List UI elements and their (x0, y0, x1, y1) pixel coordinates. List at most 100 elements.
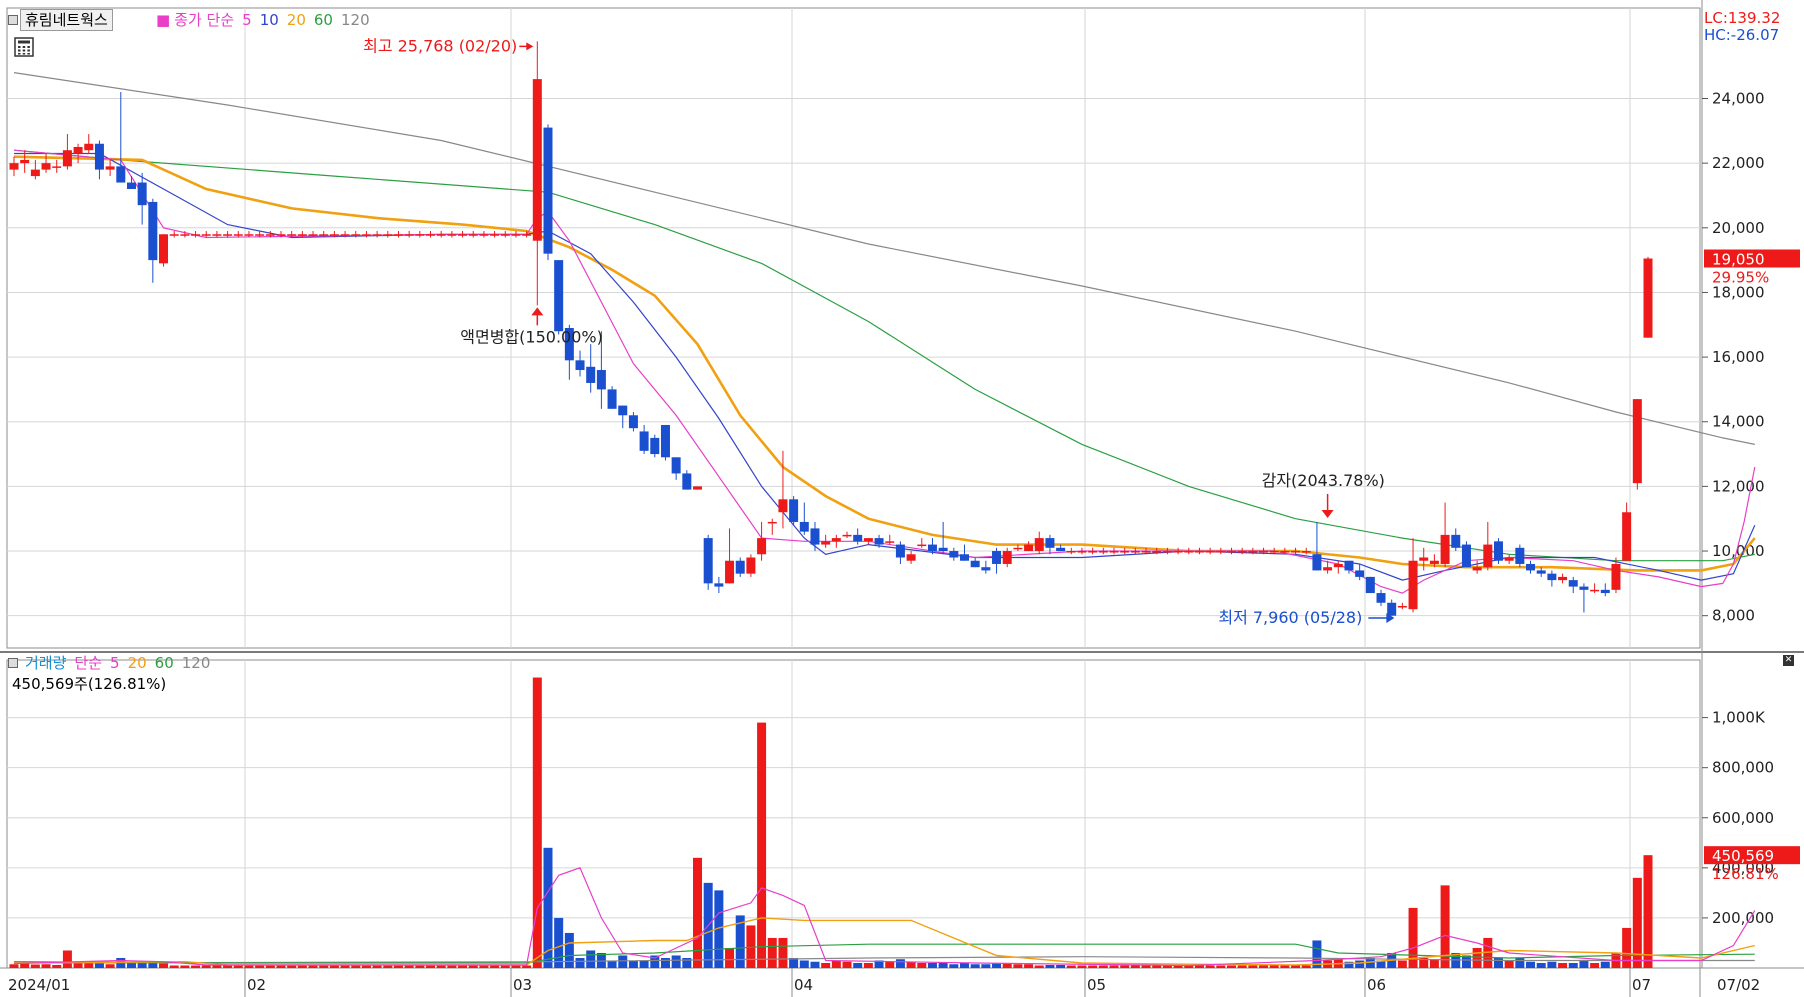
lc-value: LC:139.32 (1704, 9, 1781, 27)
candle-up (447, 234, 457, 236)
candle-down (799, 521, 809, 532)
candle-up (1205, 551, 1215, 553)
volume-bar (287, 965, 297, 968)
candle-down (714, 583, 724, 587)
volume-bar (1397, 960, 1407, 968)
volume-bar (436, 965, 446, 968)
candle-up (511, 234, 521, 236)
x-tick-label: 03 (513, 976, 532, 994)
candle-up (831, 538, 841, 542)
candle-up (1280, 551, 1290, 553)
candle-down (660, 424, 670, 458)
candle-up (1194, 551, 1204, 553)
volume-bar (586, 950, 596, 968)
candle-up (522, 234, 532, 236)
candle-up (9, 163, 19, 170)
candle-down (853, 534, 863, 542)
y-tick-label: 14,000 (1712, 413, 1765, 431)
stock-name-box[interactable]: 휴림네트웍스 (20, 9, 113, 31)
candle-up (426, 234, 436, 236)
volume-bar (1056, 964, 1066, 968)
candle-up (1002, 551, 1012, 564)
candle-down (148, 201, 158, 261)
candle-up (1333, 563, 1343, 568)
candle-up (201, 234, 211, 236)
candle-down (874, 538, 884, 545)
vol-legend-ma60: 60 (154, 654, 174, 672)
candle-up (383, 234, 393, 236)
candle-up (308, 234, 318, 236)
x-tick-label: 04 (794, 976, 813, 994)
candle-down (1579, 586, 1589, 590)
volume-bar (447, 965, 457, 968)
candle-down (639, 431, 649, 451)
candle-up (1397, 605, 1407, 608)
candle-up (319, 234, 329, 236)
lc-hc-info: LC:139.32 HC:-26.07 (1704, 10, 1780, 44)
stock-chart[interactable]: 2024/01 02 03 04 05 06 07 07/02 8,000 10,000 12,00… (0, 0, 1804, 997)
vol-legend-ma120: 120 (181, 654, 211, 672)
candle-up (73, 146, 83, 154)
candle-up (1141, 551, 1151, 553)
y-tick-label: 12,000 (1712, 477, 1765, 495)
volume-pane-bullet[interactable] (8, 658, 18, 668)
volume-bar (426, 965, 436, 968)
volume-bar (1045, 964, 1055, 968)
candle-up (767, 521, 777, 524)
candle-up (340, 234, 350, 236)
candle-down (1515, 547, 1525, 564)
candle-up (725, 560, 735, 584)
volume-legend-label: 단순 (74, 654, 103, 672)
candle-up (84, 143, 94, 151)
candle-down (1344, 560, 1354, 571)
close-icon[interactable]: ✕ (1783, 655, 1794, 666)
candle-up (757, 538, 767, 555)
candle-up (1472, 567, 1482, 571)
legend-label: 종가 단순 (174, 11, 235, 29)
candle-up (415, 234, 425, 236)
price-legend: ■ 종가 단순 5 10 20 60 120 (156, 9, 378, 31)
candle-down (789, 499, 799, 522)
candle-down (1493, 541, 1503, 561)
volume-tick-label: 600,000 (1712, 809, 1774, 827)
candle-down (1045, 538, 1055, 548)
volume-bar (233, 965, 243, 968)
candle-down (735, 560, 745, 574)
volume-bar (73, 962, 83, 968)
candle-up (1632, 399, 1642, 484)
price-pane-bullet[interactable] (8, 15, 18, 25)
volume-bar (757, 722, 767, 968)
volume-bar (1216, 965, 1226, 968)
vol-legend-ma20: 20 (127, 654, 147, 672)
candle-down (618, 405, 628, 416)
volume-bar (725, 947, 735, 968)
candle-down (116, 166, 126, 183)
volume-bar (297, 965, 307, 968)
volume-bar (981, 964, 991, 968)
candle-up (1440, 534, 1450, 564)
x-tick-label: 07/02 (1717, 976, 1760, 994)
candle-down (628, 415, 638, 429)
candle-up (458, 234, 468, 236)
volume-bar (340, 965, 350, 968)
split-annotation: 액면병합(150.00%) (460, 327, 603, 346)
candle-down (586, 366, 596, 383)
volume-bar (885, 961, 895, 968)
volume-bar (212, 965, 222, 968)
candle-down (938, 547, 948, 552)
candle-up (1066, 551, 1076, 553)
volume-bar (895, 959, 905, 968)
candle-up (500, 234, 510, 236)
candle-down (1355, 570, 1365, 577)
candle-up (885, 541, 895, 543)
price-chart-svg[interactable]: 2024/01 02 03 04 05 06 07 07/028,00010,00012,00… (0, 0, 1804, 997)
candle-down (682, 473, 692, 490)
calculator-icon[interactable] (14, 37, 34, 57)
candle-down (810, 528, 820, 545)
last-price-label: 19,050 (1712, 251, 1765, 269)
volume-bar (618, 955, 628, 968)
volume-bar (351, 965, 361, 968)
candle-up (351, 234, 361, 236)
candle-down (927, 544, 937, 552)
candle-up (490, 234, 500, 236)
